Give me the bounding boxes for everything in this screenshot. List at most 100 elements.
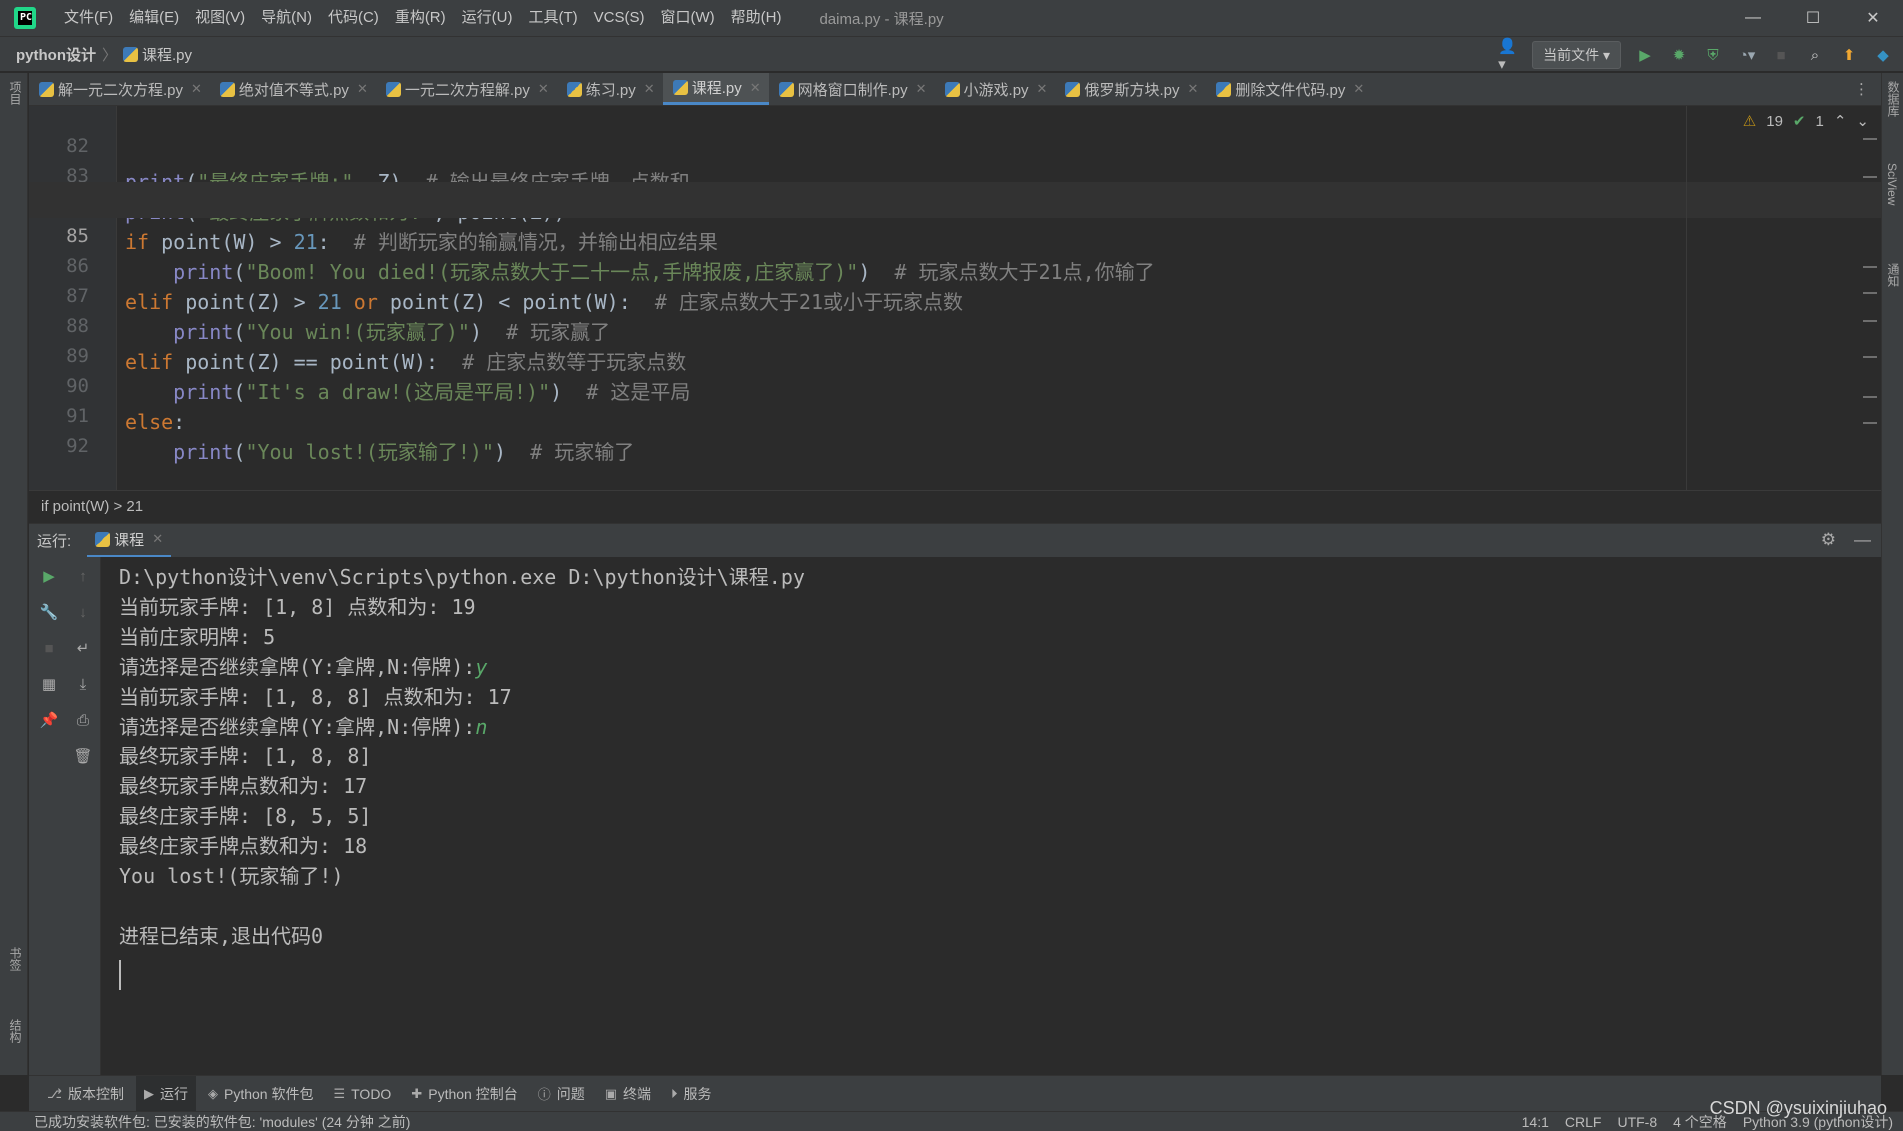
tab-mini-game[interactable]: 小游戏.py ✕ [935, 73, 1056, 105]
breadcrumb-file[interactable]: 课程.py [123, 44, 192, 65]
database-tool-button[interactable]: 数据库 [1885, 81, 1902, 117]
file-encoding[interactable]: UTF-8 [1617, 1114, 1657, 1130]
run-toolbar-secondary: ↑ ↓ ↵ ⤓ ⎙ 🗑 [67, 565, 99, 767]
bookmarks-tool-button[interactable]: 书签 [4, 947, 24, 971]
more-vertical-icon[interactable]: ⋮ [1842, 73, 1881, 105]
plugin-icon[interactable]: ◆ [1873, 45, 1893, 65]
pycharm-logo-icon[interactable]: PC [14, 7, 36, 29]
menu-run[interactable]: 运行(U) [454, 0, 521, 36]
gear-icon[interactable]: ⚙ [1821, 530, 1836, 550]
menu-vcs[interactable]: VCS(S) [586, 0, 653, 36]
menu-edit[interactable]: 编辑(E) [121, 0, 187, 36]
error-stripe-mark[interactable] [1863, 396, 1877, 398]
maximize-button[interactable]: ☐ [1783, 0, 1843, 36]
close-icon[interactable]: ✕ [750, 80, 761, 96]
close-icon[interactable]: ✕ [357, 81, 368, 97]
chevron-down-icon[interactable]: ⌄ [1856, 112, 1869, 130]
tool-tab-python-console[interactable]: ✚ Python 控制台 [403, 1076, 525, 1112]
sciview-tool-button[interactable]: SciView [1885, 163, 1899, 205]
tool-tab-services[interactable]: ⏵ 服务 [663, 1076, 720, 1112]
error-stripe-mark[interactable] [1863, 320, 1877, 322]
close-window-button[interactable]: ✕ [1843, 0, 1903, 36]
tab-solve-quadratic[interactable]: 解一元二次方程.py ✕ [29, 73, 210, 105]
arrow-down-icon[interactable]: ↓ [72, 601, 94, 623]
error-stripe-mark[interactable] [1863, 356, 1877, 358]
rerun-icon[interactable]: ▶ [38, 565, 60, 587]
tab-grid-window[interactable]: 网格窗口制作.py ✕ [769, 73, 935, 105]
run-console[interactable]: D:\python设计\venv\Scripts\python.exe D:\p… [101, 557, 1881, 1075]
tab-course[interactable]: 课程.py ✕ [662, 73, 769, 105]
error-stripe-mark[interactable] [1863, 266, 1877, 268]
close-icon[interactable]: ✕ [1353, 81, 1364, 97]
print-icon[interactable]: ⎙ [72, 709, 94, 731]
layout-icon[interactable]: ▦ [38, 673, 60, 695]
trash-icon[interactable]: 🗑 [72, 745, 94, 767]
menu-tools[interactable]: 工具(T) [520, 0, 585, 36]
structure-tool-button[interactable]: 结构 [4, 1019, 24, 1043]
coverage-icon[interactable]: ⛨ [1703, 45, 1723, 65]
status-message[interactable]: 已成功安装软件包: 已安装的软件包: 'modules' (24 分钟 之前) [0, 1112, 410, 1131]
search-icon[interactable]: ⌕ [1805, 45, 1825, 65]
stop-icon[interactable]: ■ [38, 637, 60, 659]
close-icon[interactable]: ✕ [538, 81, 549, 97]
tab-label: 俄罗斯方块.py [1084, 81, 1180, 99]
tool-tab-problems[interactable]: ⓘ 问题 [530, 1076, 593, 1112]
close-icon[interactable]: ✕ [191, 81, 202, 97]
breadcrumb-project[interactable]: python设计 [16, 44, 96, 65]
menu-view[interactable]: 视图(V) [187, 0, 253, 36]
line-separator[interactable]: CRLF [1565, 1114, 1602, 1130]
tool-tab-terminal[interactable]: ▣ 终端 [597, 1076, 659, 1112]
editor-breadcrumb[interactable]: if point(W) > 21 [29, 490, 1881, 522]
tab-practice[interactable]: 练习.py ✕ [557, 73, 663, 105]
stop-icon[interactable]: ■ [1771, 45, 1791, 65]
tab-delete-file-code[interactable]: 删除文件代码.py ✕ [1206, 73, 1372, 105]
wrench-icon[interactable]: 🔧 [38, 601, 60, 623]
menu-help[interactable]: 帮助(H) [723, 0, 790, 36]
notifications-tool-button[interactable]: 通知 [1885, 263, 1902, 287]
tab-abs-inequality[interactable]: 绝对值不等式.py ✕ [210, 73, 376, 105]
caret-position[interactable]: 14:1 [1522, 1114, 1549, 1130]
tool-tab-vcs[interactable]: ⎇ 版本控制 [39, 1076, 132, 1112]
update-icon[interactable]: ⬆ [1839, 45, 1859, 65]
error-stripe-mark[interactable] [1863, 138, 1877, 140]
error-stripe-mark[interactable] [1863, 422, 1877, 424]
menu-code[interactable]: 代码(C) [320, 0, 387, 36]
tool-tab-python-packages[interactable]: ◈ Python 软件包 [200, 1076, 321, 1112]
minimize-button[interactable]: — [1723, 0, 1783, 36]
scroll-to-end-icon[interactable]: ⤓ [72, 673, 94, 695]
inspection-widget[interactable]: ⚠ 19 ✔ 1 ⌃ ⌄ [1743, 112, 1869, 131]
close-icon[interactable]: ✕ [916, 81, 927, 97]
python-file-icon [778, 81, 794, 97]
soft-wrap-icon[interactable]: ↵ [72, 637, 94, 659]
menu-file[interactable]: 文件(F) [56, 0, 121, 36]
run-icon[interactable]: ▶ [1635, 45, 1655, 65]
project-tool-button[interactable]: 项目 [4, 81, 24, 105]
menu-refactor[interactable]: 重构(R) [387, 0, 454, 36]
tool-tab-todo[interactable]: ☰ TODO [325, 1076, 399, 1112]
pin-icon[interactable]: 📌 [38, 709, 60, 731]
code-line[interactable]: 92 [29, 392, 1881, 457]
menu-navigate[interactable]: 导航(N) [253, 0, 320, 36]
error-stripe-mark[interactable] [1863, 292, 1877, 294]
close-icon[interactable]: ✕ [644, 81, 655, 97]
debug-icon[interactable]: ✹ [1669, 45, 1689, 65]
text-caret [119, 960, 121, 990]
close-icon[interactable]: ✕ [1037, 81, 1048, 97]
tab-quadratic-solution[interactable]: 一元二次方程解.py ✕ [376, 73, 557, 105]
close-icon[interactable]: ✕ [152, 531, 163, 547]
menu-window[interactable]: 窗口(W) [652, 0, 722, 36]
navigation-bar: python设计 〉 课程.py 👤▾ 当前文件 ▾ ▶ ✹ ⛨ ◔▾ ■ ⌕ … [0, 36, 1903, 73]
profile-icon[interactable]: ◔▾ [1737, 45, 1757, 65]
branch-icon: ⎇ [47, 1085, 62, 1101]
user-icon[interactable]: 👤▾ [1498, 38, 1518, 73]
minimize-panel-icon[interactable]: — [1854, 530, 1871, 550]
chevron-up-icon[interactable]: ⌃ [1834, 112, 1847, 130]
arrow-up-icon[interactable]: ↑ [72, 565, 94, 587]
error-stripe-mark[interactable] [1863, 176, 1877, 178]
run-configuration-select[interactable]: 当前文件 ▾ [1532, 41, 1621, 69]
tab-tetris[interactable]: 俄罗斯方块.py ✕ [1055, 73, 1206, 105]
run-tab-course[interactable]: 课程 ✕ [87, 524, 172, 558]
code-editor[interactable]: 82 print("最终庄家手牌:", Z) # 输出最终庄家手牌、点数和 83… [29, 106, 1881, 490]
tool-tab-run[interactable]: ▶ 运行 [135, 1075, 196, 1112]
close-icon[interactable]: ✕ [1187, 81, 1198, 97]
